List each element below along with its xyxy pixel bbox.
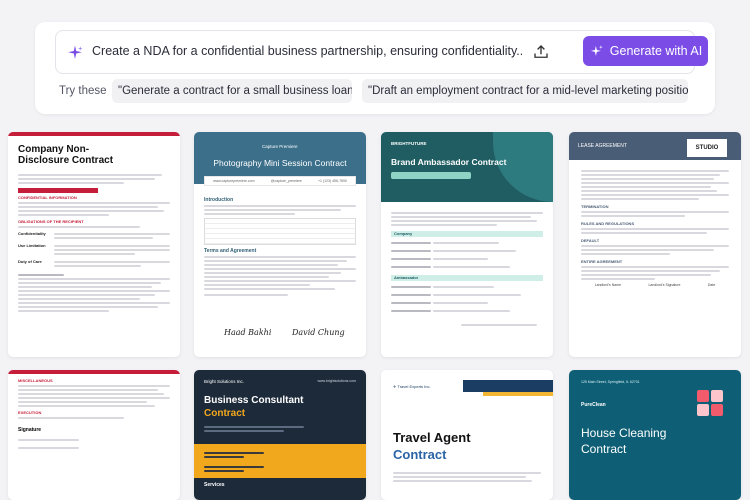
section-title: Company [391, 231, 543, 237]
template-card-travel-agent[interactable]: ✈ Travel Experts Inc. Travel Agent Contr… [381, 370, 553, 500]
contact-phone: +1 (123) 456-7890 [317, 179, 347, 183]
card-accent-bar [8, 370, 180, 374]
brand-logo: STUDIO [687, 139, 727, 157]
template-title: House Cleaning [581, 426, 667, 440]
brand-logo: ✈ Travel Experts Inc. [393, 384, 431, 389]
plane-icon: ✈ [393, 384, 397, 389]
section-title: EXECUTION [18, 410, 42, 415]
prompt-input[interactable]: Create a NDA for a confidential business… [55, 30, 708, 74]
template-card-nda[interactable]: Company Non-Disclosure Contract CONFIDEN… [8, 132, 180, 357]
try-these-label: Try these [59, 85, 107, 97]
brand-name: Travel Experts Inc. [397, 384, 431, 389]
section-title: TERMINATION [581, 204, 609, 209]
suggestion-text: "Draft an employment contract for a mid-… [368, 85, 688, 97]
row-label: Confidentiality [18, 231, 46, 236]
template-title-line2: Contract [581, 442, 627, 456]
section-title: Introduction [204, 197, 234, 203]
upload-icon[interactable] [532, 43, 550, 61]
prompt-panel: Create a NDA for a confidential business… [35, 22, 715, 114]
template-title: LEASE AGREEMENT [578, 143, 627, 149]
template-title-accent: Contract [204, 408, 246, 419]
signature-row: Landlord's Name Landlord's Signature Dat… [581, 283, 729, 287]
template-card-photography[interactable]: Capture Premiere Photography Mini Sessio… [194, 132, 366, 357]
decorative-tiles [697, 390, 727, 420]
section-title: Terms and Agreement [204, 248, 257, 254]
section-title: Ambassador [391, 275, 543, 281]
decorative-stripe [483, 392, 553, 396]
generate-with-ai-button[interactable]: Generate with AI [583, 36, 708, 66]
decorative-stripe [463, 380, 553, 392]
contact-strip: www.capturepremiere.com @capture_premier… [204, 176, 356, 186]
section-header [18, 188, 98, 193]
details-table [204, 218, 356, 245]
subtitle-pill [391, 172, 471, 179]
section-title: RULES AND REGULATIONS [581, 221, 635, 226]
template-title: Photography Mini Session Contract [213, 158, 347, 168]
template-card-brand-ambassador[interactable]: BRIGHTFUTURE Brand Ambassador Contract C… [381, 132, 553, 357]
template-title: Business Consultant [204, 395, 304, 406]
template-card-business-consultant[interactable]: Bright Solutions Inc. www.brightsolution… [194, 370, 366, 500]
section-title: Services [204, 482, 225, 488]
card-accent-bar [8, 132, 180, 136]
brand-website: www.brightsolutions.com [317, 379, 356, 383]
section-title: OBLIGATIONS OF THE RECIPIENT [18, 219, 84, 224]
contact-social: @capture_premiere [270, 179, 302, 183]
signer-label: Landlord's Signature [648, 283, 681, 287]
section-title: ENTIRE AGREEMENT [581, 259, 623, 264]
client-info-band [194, 444, 366, 478]
template-title-accent: Contract [393, 447, 447, 462]
signature-heading: Signature [18, 427, 42, 433]
contact-web: www.capturepremiere.com [213, 179, 255, 183]
signer-label: Landlord's Name [594, 283, 622, 287]
template-title: Brand Ambassador Contract [391, 157, 507, 167]
signature: Haad Bakhi [224, 328, 272, 337]
section-title: DEFAULT [581, 238, 600, 243]
section-title: CONFIDENTIAL INFORMATION [18, 195, 77, 200]
brand-logo: Capture Premiere [262, 144, 298, 149]
suggestion-chip-employment[interactable]: "Draft an employment contract for a mid-… [362, 79, 688, 103]
template-card-house-cleaning[interactable]: 125 Main Street, Springfield, IL 62701 P… [569, 370, 741, 500]
brand-logo: BRIGHTFUTURE [391, 141, 427, 146]
template-card-lease[interactable]: LEASE AGREEMENT STUDIO TERMINATION RULES… [569, 132, 741, 357]
suggestion-chip-loan[interactable]: "Generate a contract for a small busines… [112, 79, 352, 103]
sparkle-icon [68, 45, 83, 59]
prompt-text[interactable]: Create a NDA for a confidential business… [92, 44, 522, 58]
brand-logo: Bright Solutions Inc. [204, 379, 245, 384]
address-text: 125 Main Street, Springfield, IL 62701 [581, 380, 640, 384]
signer-label: Date [707, 283, 716, 287]
template-title: Travel Agent [393, 430, 471, 445]
template-card-nda-page[interactable]: MISCELLANEOUS EXECUTION Signature [8, 370, 180, 500]
template-title: Company Non-Disclosure Contract [18, 144, 114, 166]
suggestion-text: "Generate a contract for a small busines… [118, 85, 352, 97]
generate-label: Generate with AI [609, 44, 703, 58]
row-label: Duty of Care [18, 259, 42, 264]
signature: David Chung [292, 328, 345, 337]
brand-logo: PureClean [581, 402, 606, 408]
sparkle-icon [590, 44, 603, 56]
section-title: MISCELLANEOUS [18, 378, 53, 383]
row-label: Use Limitation [18, 243, 46, 248]
